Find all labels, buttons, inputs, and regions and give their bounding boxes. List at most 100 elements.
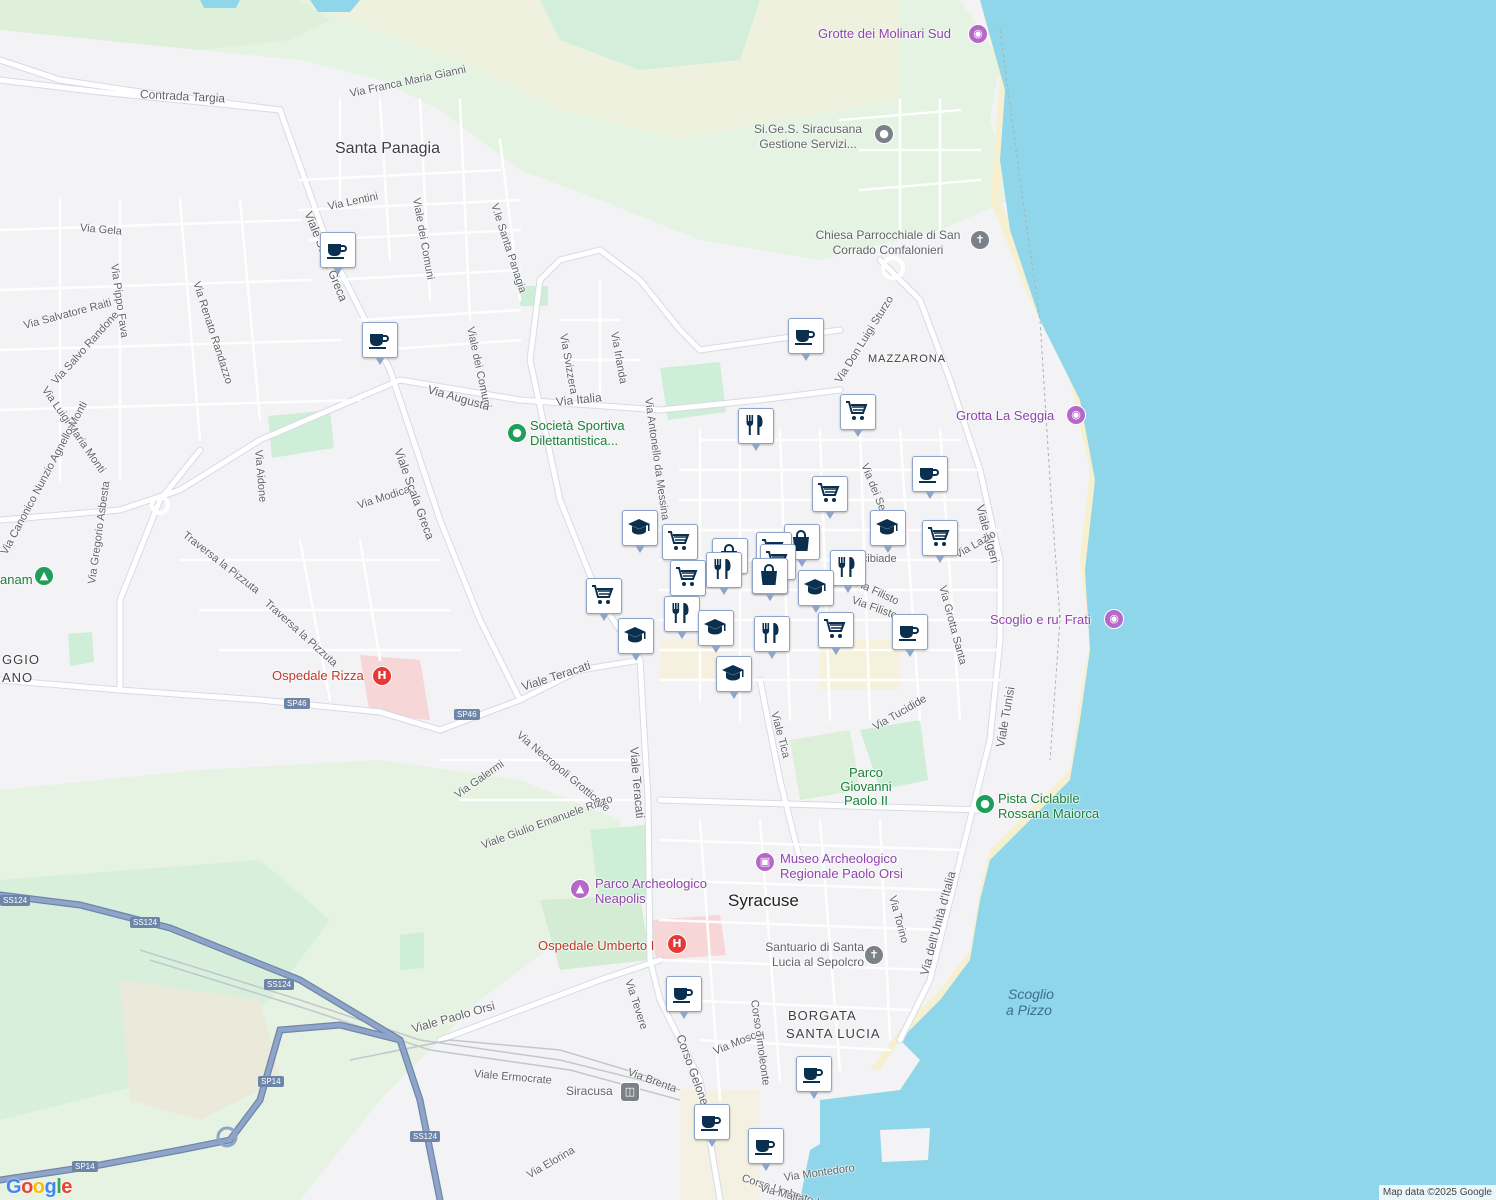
shopping-cart-icon	[846, 401, 868, 420]
marker-restaurant[interactable]	[754, 616, 790, 662]
shopping-cart-icon	[592, 585, 614, 604]
marker-school[interactable]	[716, 656, 752, 702]
road-shield: SS124	[130, 917, 161, 928]
fork-knife-icon	[746, 415, 763, 435]
road-shield: SS124	[410, 1131, 441, 1142]
sea-label: a Pizzo	[1006, 1002, 1052, 1018]
coffee-icon	[369, 334, 389, 349]
marker-cafe[interactable]	[362, 322, 398, 368]
graduation-cap-icon	[704, 619, 726, 635]
marker-school[interactable]	[698, 610, 734, 656]
marker-grocery[interactable]	[586, 578, 622, 624]
district-label: MAZZARONA	[868, 353, 947, 365]
marker-cafe[interactable]	[666, 976, 702, 1022]
marker-grocery[interactable]	[840, 394, 876, 440]
graduation-cap-icon	[804, 579, 826, 595]
marker-cafe[interactable]	[694, 1104, 730, 1150]
google-logo: Google	[6, 1176, 72, 1199]
coffee-icon	[795, 330, 815, 345]
poi-label: Parco Archeologico Neapolis	[595, 876, 708, 906]
shopping-cart-icon	[818, 483, 840, 502]
marker-school[interactable]	[622, 510, 658, 556]
hospital-icon: H	[667, 934, 687, 954]
marker-cafe[interactable]	[796, 1056, 832, 1102]
marker-restaurant[interactable]	[738, 408, 774, 454]
hospital-icon: H	[372, 666, 392, 686]
shopping-bag-icon	[761, 564, 777, 585]
shopping-cart-icon	[676, 567, 698, 586]
logo-letter: G	[6, 1176, 22, 1198]
place-icon: ●	[975, 794, 995, 814]
graduation-cap-icon	[722, 665, 744, 681]
place-icon: ●	[507, 423, 527, 443]
poi-label: Museo Archeologico Regionale Paolo Orsi	[780, 851, 903, 881]
church-icon: ✝	[970, 230, 990, 250]
marker-school[interactable]	[798, 570, 834, 616]
poi-label: Grotta La Seggia	[956, 408, 1055, 423]
logo-letter: o	[32, 1176, 45, 1198]
coffee-icon	[673, 988, 693, 1003]
map-base-layer	[0, 0, 1496, 1200]
church-icon: ✝	[864, 945, 884, 965]
coffee-icon	[919, 468, 939, 483]
district-label: Santa Panagia	[335, 140, 440, 157]
road-shield: SP46	[284, 698, 310, 709]
fork-knife-icon	[762, 623, 779, 643]
poi-label: Pista Ciclabile Rossana Maiorca	[998, 791, 1100, 821]
coffee-icon	[899, 626, 919, 641]
fork-knife-icon	[714, 559, 731, 579]
logo-letter: e	[61, 1176, 72, 1198]
graduation-cap-icon	[876, 519, 898, 535]
marker-grocery[interactable]	[818, 612, 854, 658]
shopping-cart-icon	[668, 531, 690, 550]
camera-icon: ◉	[1104, 609, 1124, 629]
poi-label: Santuario di Santa Lucia al Sepolcro	[765, 940, 864, 969]
camera-icon: ◉	[1066, 405, 1086, 425]
road-shield: SS124	[264, 979, 295, 990]
road-shield: SP14	[258, 1076, 284, 1087]
marker-restaurant[interactable]	[706, 552, 742, 598]
shopping-cart-icon	[928, 527, 950, 546]
coffee-icon	[803, 1068, 823, 1083]
marker-school[interactable]	[618, 618, 654, 664]
marker-cafe[interactable]	[748, 1128, 784, 1174]
monument-icon: ▲	[570, 879, 590, 899]
logo-letter: g	[44, 1176, 57, 1198]
marker-restaurant[interactable]	[664, 596, 700, 642]
poi-label: Siracusa	[566, 1084, 613, 1098]
marker-cafe[interactable]	[892, 614, 928, 660]
marker-grocery[interactable]	[812, 476, 848, 522]
poi-label: Chiesa Parrocchiale di San Corrado Confa…	[815, 228, 961, 257]
district-label: BORGATA	[788, 1008, 857, 1023]
district-label: SANTA LUCIA	[786, 1026, 881, 1041]
sea-label: Scoglio	[1008, 986, 1054, 1002]
marker-cafe[interactable]	[788, 318, 824, 364]
marker-restaurant[interactable]	[830, 550, 866, 596]
poi-label: Parco Giovanni Paolo II	[840, 765, 892, 808]
train-icon: ◫	[620, 1082, 640, 1102]
road-shield: SP46	[454, 709, 480, 720]
poi-label: Grotte dei Molinari Sud	[818, 26, 951, 41]
logo-letter: o	[21, 1176, 33, 1198]
marker-cafe[interactable]	[912, 456, 948, 502]
city-label: Syracuse	[728, 891, 799, 910]
graduation-cap-icon	[624, 627, 646, 643]
marker-grocery[interactable]	[922, 520, 958, 566]
poi-label: anam	[0, 572, 33, 587]
poi-label: Scoglio e ru' Frati	[990, 612, 1091, 627]
shopping-cart-icon	[824, 619, 846, 638]
coffee-icon	[327, 244, 347, 259]
map-attribution: Map data ©2025 Google	[1378, 1185, 1496, 1200]
marker-shopping[interactable]	[752, 558, 788, 604]
coffee-icon	[755, 1140, 775, 1155]
coffee-icon	[701, 1116, 721, 1131]
poi-label: Ospedale Rizza	[272, 668, 364, 683]
camera-icon: ◉	[968, 24, 988, 44]
map-canvas[interactable]: Santa Panagia MAZZARONA BORGATA SANTA LU…	[0, 0, 1496, 1200]
marker-cafe[interactable]	[320, 232, 356, 278]
district-label: GGIO	[2, 652, 40, 667]
poi-label: Ospedale Umberto I	[538, 938, 655, 953]
district-label: ANO	[2, 670, 34, 685]
fork-knife-icon	[672, 603, 689, 623]
marker-school[interactable]	[870, 510, 906, 556]
